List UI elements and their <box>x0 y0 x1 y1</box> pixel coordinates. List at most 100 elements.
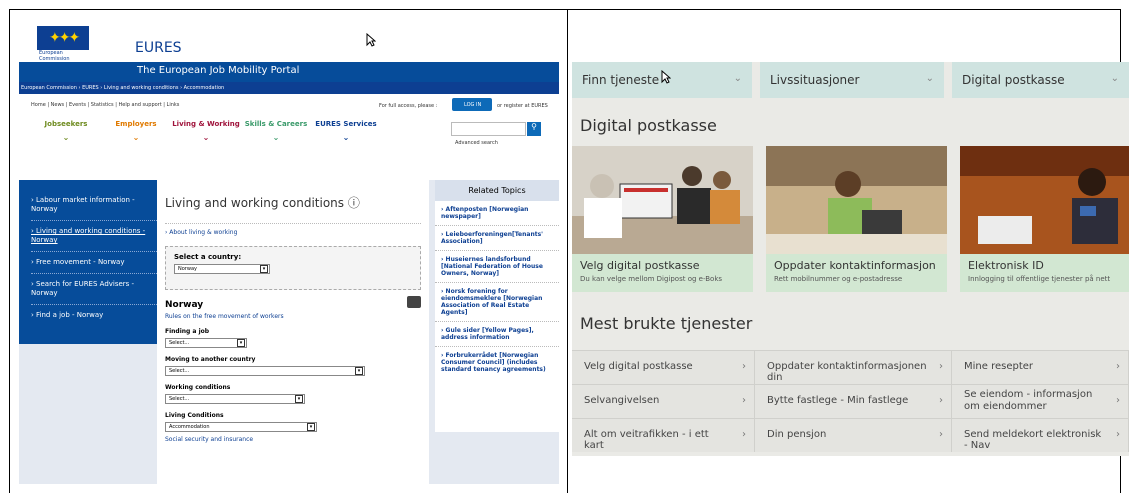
nav-jobseekers[interactable]: Jobseekers ⌄ <box>31 120 101 142</box>
nav-living-working[interactable]: Living & Working ⌄ <box>171 120 241 142</box>
nav-label: Jobseekers <box>44 120 88 128</box>
advanced-search-link[interactable]: Advanced search <box>455 140 498 146</box>
eu-commission-logo[interactable]: ✦✦✦ European Commission <box>37 26 89 62</box>
eu-stars-icon: ✦✦✦ <box>49 30 80 46</box>
breadcrumb[interactable]: European Commission › EURES › Living and… <box>19 82 559 94</box>
nav-label: Living & Working <box>172 120 240 128</box>
dropdown-arrow-icon: ▾ <box>295 395 303 403</box>
norway-page: Finn tjeneste ⌄ Livssituasjoner ⌄ Digital … <box>572 62 1129 456</box>
select-value: Select... <box>169 368 190 374</box>
moving-select[interactable]: Select... ▾ <box>165 366 365 376</box>
chevron-right-icon: › <box>939 361 943 372</box>
chevron-down-icon: ⌄ <box>733 73 742 84</box>
eures-body: › Labour market information - Norway › L… <box>19 180 559 484</box>
card-caption: Elektronisk ID Innlogging til offentlige… <box>960 254 1129 292</box>
eures-page: ✦✦✦ European Commission EURES The Europe… <box>19 18 559 484</box>
chevron-right-icon: › <box>939 395 943 406</box>
nav-eures-services[interactable]: EURES Services ⌄ <box>311 120 381 142</box>
chevron-down-icon: ⌄ <box>272 133 280 142</box>
chevron-down-icon: ⌄ <box>925 73 934 84</box>
card-digital-postkasse[interactable]: Velg digital postkasse Du kan velge mell… <box>572 146 753 292</box>
living-select[interactable]: Accommodation ▾ <box>165 422 317 432</box>
chevron-right-icon: › <box>1116 361 1120 372</box>
woman-laptop-photo-image <box>766 146 947 254</box>
service-link[interactable]: Oppdater kontaktinformasjonen din › <box>755 350 952 384</box>
site-subtitle: The European Job Mobility Portal <box>19 62 559 82</box>
chevron-right-icon: › <box>742 395 746 406</box>
card-oppdater-kontakt[interactable]: Oppdater kontaktinformasjon Rett mobilnu… <box>766 146 947 292</box>
access-text: For full access, please : <box>379 103 438 109</box>
social-security-link[interactable]: Social security and insurance <box>165 436 421 443</box>
moving-label: Moving to another country <box>165 356 256 363</box>
tab-livssituasjoner[interactable]: Livssituasjoner ⌄ <box>760 62 944 98</box>
service-link[interactable]: Se eiendom - informasjon om eiendommer › <box>952 384 1129 418</box>
card-image <box>766 146 947 254</box>
about-link[interactable]: › About living & working <box>165 223 421 236</box>
site-title: EURES <box>135 40 182 56</box>
sidebar-link[interactable]: › Find a job - Norway <box>31 305 157 326</box>
card-elektronisk-id[interactable]: Elektronisk ID Innlogging til offentlige… <box>960 146 1129 292</box>
dropdown-arrow-icon: ▾ <box>237 339 245 347</box>
login-button[interactable]: LOG IN <box>452 98 492 111</box>
left-sidebar: › Labour market information - Norway › L… <box>19 180 157 344</box>
chevron-down-icon: ⌄ <box>202 133 210 142</box>
service-link[interactable]: Alt om veitrafikken - i ett kart › <box>572 418 755 452</box>
office-photo-image <box>572 146 753 254</box>
rules-link[interactable]: Rules on the free movement of workers <box>165 313 421 320</box>
related-link[interactable]: › Leieboerforeningen[Tenants' Associatio… <box>435 226 559 251</box>
related-link[interactable]: › Gule sider [Yellow Pages], address inf… <box>435 322 559 347</box>
finding-job-select[interactable]: Select... ▾ <box>165 338 247 348</box>
services-grid: Velg digital postkasse › Oppdater kontakt… <box>572 350 1129 452</box>
card-subtitle: Innlogging til offentlige tjenester på n… <box>968 275 1111 283</box>
nav-skills-careers[interactable]: Skills & Careers ⌄ <box>241 120 311 142</box>
working-label: Working conditions <box>165 384 231 391</box>
country-value: Norway <box>178 266 197 272</box>
search-button[interactable]: ⚲ <box>527 122 541 136</box>
page-title-text: Living and working conditions <box>165 196 345 210</box>
sidebar-link[interactable]: › Search for EURES Advisers - Norway <box>31 274 157 305</box>
sidebar-link[interactable]: › Labour market information - Norway <box>31 190 157 221</box>
card-subtitle: Rett mobilnummer og e-postadresse <box>774 275 903 283</box>
related-link[interactable]: › Huseiernes landsforbund [National Fede… <box>435 251 559 283</box>
top-bar: Home | News | Events | Statistics | Help… <box>19 94 559 182</box>
select-value: Select... <box>169 396 190 402</box>
woman-card-photo-image <box>960 146 1129 254</box>
register-link[interactable]: or register at EURES <box>497 103 548 109</box>
service-label: Send meldekort elektronisk - Nav <box>964 429 1102 451</box>
card-caption: Velg digital postkasse Du kan velge mell… <box>572 254 753 292</box>
help-icon[interactable]: ⓘ <box>348 196 360 210</box>
dropdown-arrow-icon: ▾ <box>355 367 363 375</box>
living-label: Living Conditions <box>165 412 224 419</box>
print-icon[interactable] <box>407 296 421 308</box>
nav-employers[interactable]: Employers ⌄ <box>101 120 171 142</box>
service-label: Alt om veitrafikken - i ett kart <box>584 429 709 451</box>
country-select[interactable]: Norway ▾ <box>174 264 270 274</box>
card-title: Oppdater kontaktinformasjon <box>774 259 936 272</box>
service-link[interactable]: Velg digital postkasse › <box>572 350 755 384</box>
related-link[interactable]: › Aftenposten [Norwegian newspaper] <box>435 201 559 226</box>
card-image <box>572 146 753 254</box>
tab-digital-postkasse[interactable]: Digital postkasse ⌄ <box>952 62 1129 98</box>
chevron-down-icon: ⌄ <box>62 133 70 142</box>
service-link[interactable]: Send meldekort elektronisk - Nav › <box>952 418 1129 452</box>
tab-label: Digital postkasse <box>962 73 1065 87</box>
service-link[interactable]: Selvangivelsen › <box>572 384 755 418</box>
logo-label: European Commission <box>37 50 89 62</box>
service-label: Bytte fastlege - Min fastlege <box>767 395 909 406</box>
service-label: Se eiendom - informasjon om eiendommer <box>964 389 1093 412</box>
card-title: Velg digital postkasse <box>580 259 700 272</box>
sidebar-link[interactable]: › Living and working conditions - Norway <box>31 221 157 252</box>
service-link[interactable]: Bytte fastlege - Min fastlege › <box>755 384 952 418</box>
top-links[interactable]: Home | News | Events | Statistics | Help… <box>31 102 179 108</box>
service-link[interactable]: Din pensjon › <box>755 418 952 452</box>
related-link[interactable]: › Norsk forening for eiendomsmeklere [No… <box>435 283 559 322</box>
related-link[interactable]: › Forbrukerrådet [Norwegian Consumer Cou… <box>435 347 559 378</box>
section-title: Digital postkasse <box>580 116 717 135</box>
sidebar-link[interactable]: › Free movement - Norway <box>31 252 157 274</box>
service-link[interactable]: Mine resepter › <box>952 350 1129 384</box>
working-select[interactable]: Select... ▾ <box>165 394 305 404</box>
panel-divider <box>567 9 568 493</box>
search-input[interactable] <box>451 122 526 136</box>
mouse-cursor-icon <box>661 70 671 84</box>
finding-job-label: Finding a job <box>165 328 210 335</box>
